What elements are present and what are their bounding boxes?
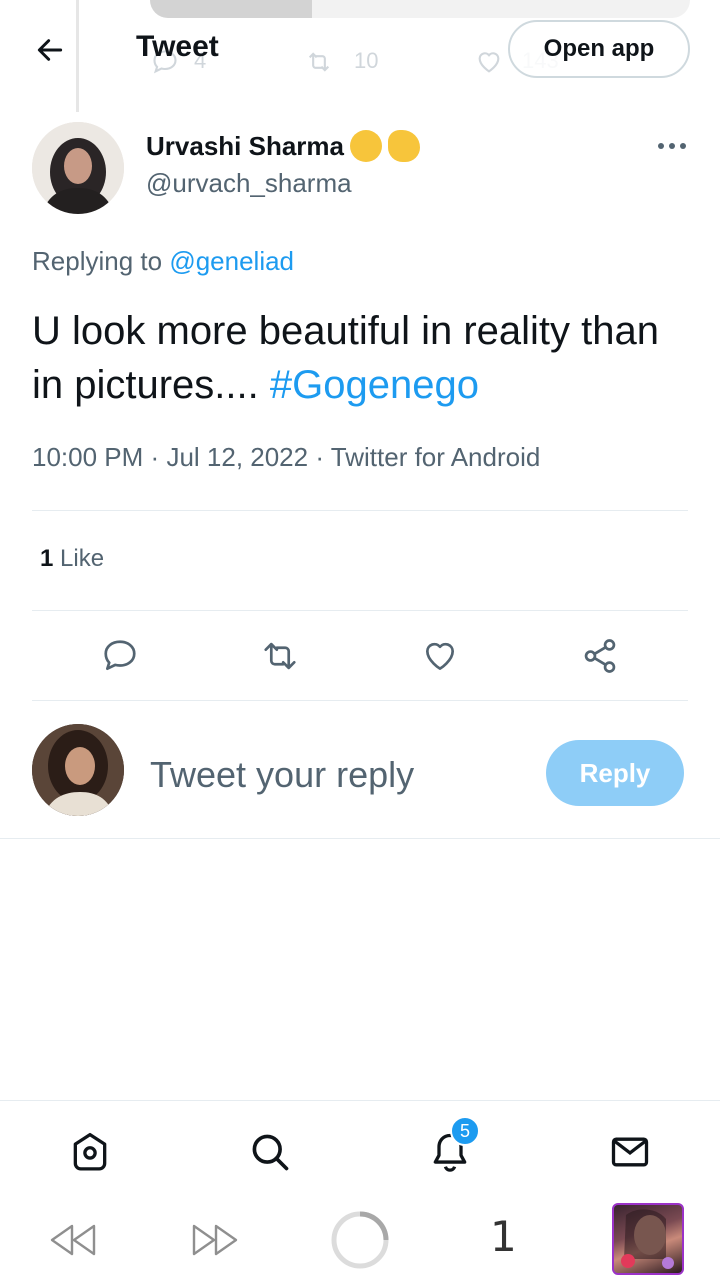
tweet-metadata: 10:00 PM · Jul 12, 2022 · Twitter for An… (32, 442, 540, 473)
divider (32, 610, 688, 611)
reply-submit-button[interactable]: Reply (546, 740, 684, 806)
fast-forward-icon (192, 1224, 238, 1256)
nav-home[interactable] (66, 1128, 114, 1176)
share-icon (584, 639, 616, 673)
like-icon (425, 642, 455, 671)
current-user-avatar[interactable] (32, 724, 124, 816)
nav-search[interactable] (246, 1128, 294, 1176)
open-app-button[interactable]: Open app (508, 20, 690, 78)
nav-messages[interactable] (606, 1128, 654, 1176)
tab-count[interactable]: 1 (490, 1212, 517, 1261)
retweet-button[interactable] (258, 634, 302, 678)
author-avatar[interactable] (32, 122, 124, 214)
likes-stat[interactable]: 1 Like (40, 545, 104, 573)
meta-separator: · (150, 442, 160, 472)
author-name[interactable]: Urvashi Sharma (146, 130, 420, 162)
page-title: Tweet (136, 30, 219, 63)
meta-separator: · (315, 442, 325, 472)
more-options-button[interactable] (650, 130, 694, 162)
flexed-biceps-icon (349, 130, 382, 162)
divider (32, 700, 688, 701)
profile-thumbnail[interactable] (612, 1203, 684, 1275)
home-icon (73, 1132, 107, 1171)
arrow-left-icon (37, 39, 63, 61)
reply-icon (104, 640, 136, 671)
top-bar: Tweet Open app (0, 0, 720, 100)
tweet-date[interactable]: Jul 12, 2022 (166, 442, 308, 472)
tweet-time[interactable]: 10:00 PM (32, 442, 143, 472)
tweet-source[interactable]: Twitter for Android (331, 442, 541, 472)
rewind-button[interactable] (44, 1212, 100, 1268)
messages-icon (611, 1137, 649, 1167)
reply-button[interactable] (98, 634, 142, 678)
like-button[interactable] (418, 634, 462, 678)
notification-badge: 5 (450, 1116, 480, 1146)
author-handle[interactable]: @urvach_sharma (146, 168, 352, 199)
loading-spinner-icon (331, 1211, 389, 1269)
hashtag-link[interactable]: #Gogenego (270, 363, 479, 407)
author-name-text: Urvashi Sharma (146, 130, 344, 161)
rewind-icon (50, 1224, 96, 1256)
search-icon (252, 1134, 289, 1171)
divider (0, 838, 720, 839)
retweet-icon (264, 642, 296, 670)
share-button[interactable] (578, 634, 622, 678)
replying-mention-link[interactable]: @geneliad (169, 246, 294, 276)
forward-button[interactable] (188, 1212, 244, 1268)
bottom-nav-divider (0, 1100, 720, 1101)
replying-prefix: Replying to (32, 246, 163, 276)
more-icon (658, 143, 686, 149)
back-button[interactable] (28, 28, 72, 72)
call-me-hand-icon (387, 130, 420, 162)
likes-count: 1 (40, 545, 54, 572)
reload-button[interactable] (328, 1211, 392, 1269)
divider (32, 510, 688, 511)
reply-input[interactable]: Tweet your reply (150, 754, 414, 796)
tweet-text: U look more beautiful in reality than in… (32, 304, 682, 412)
likes-label: Like (60, 545, 105, 572)
replying-to: Replying to @geneliad (32, 246, 294, 277)
